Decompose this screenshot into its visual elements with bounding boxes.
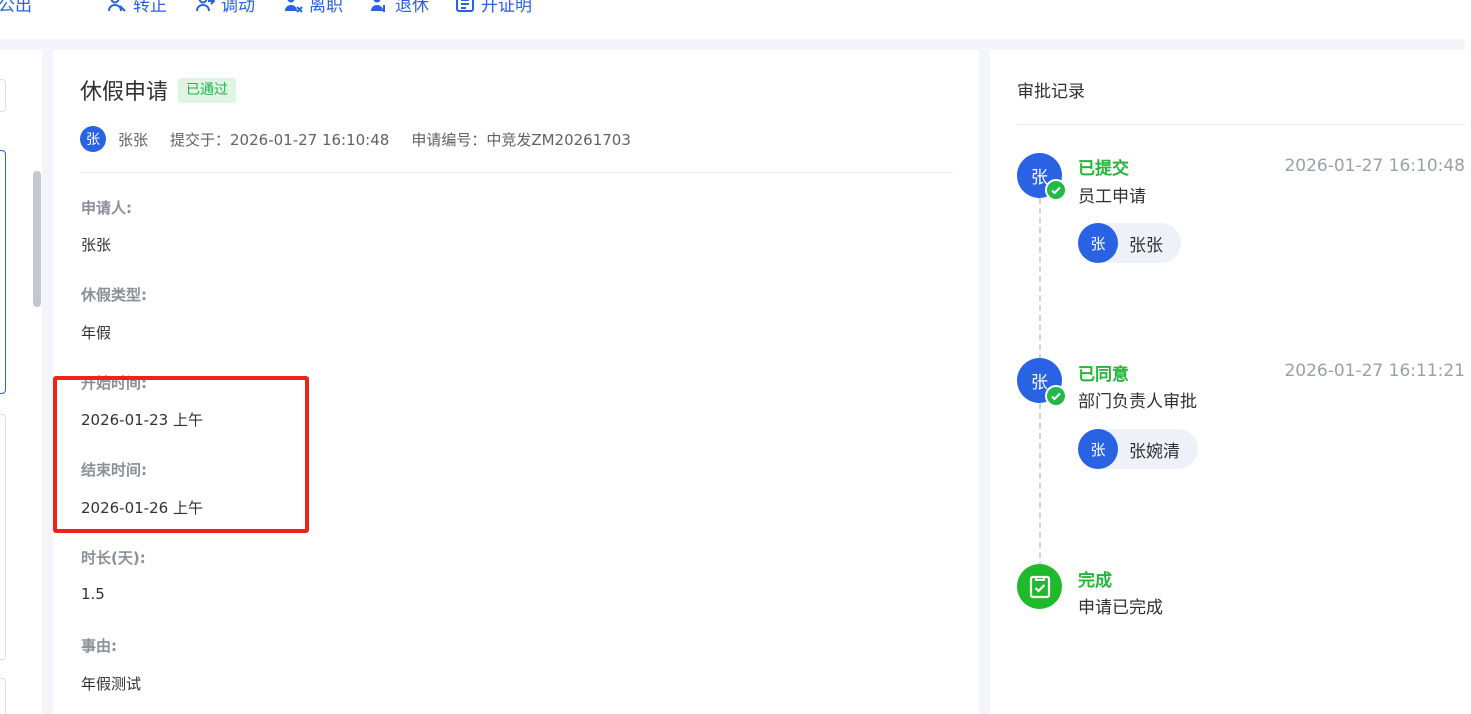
approval-title: 审批记录 bbox=[1017, 82, 1085, 102]
page-title: 休假申请 bbox=[80, 80, 169, 105]
person-name: 张张 bbox=[1129, 235, 1163, 256]
divider bbox=[80, 172, 953, 173]
toolbar-label: 开证明 bbox=[481, 0, 532, 16]
applicant-name: 张张 bbox=[118, 130, 149, 149]
step-time: 2026-01-27 16:10:48 bbox=[1284, 156, 1465, 176]
toolbar-label: 转正 bbox=[133, 0, 167, 16]
check-icon bbox=[1045, 179, 1067, 201]
application-number: 申请编号：中竞发ZM20261703 bbox=[411, 130, 631, 149]
field-value-duration: 1.5 bbox=[81, 585, 105, 603]
resign-button[interactable]: 离职 bbox=[283, 0, 343, 16]
scrollbar-thumb[interactable] bbox=[33, 171, 41, 307]
certificate-icon bbox=[456, 0, 474, 12]
timeline-connector bbox=[1039, 403, 1041, 568]
person-chip[interactable]: 张 张婉清 bbox=[1078, 429, 1198, 469]
avatar: 张 bbox=[1078, 223, 1118, 263]
field-label-reason: 事由: bbox=[81, 637, 117, 655]
certificate-button[interactable]: 开证明 bbox=[455, 0, 532, 16]
resign-icon bbox=[285, 0, 303, 13]
field-label-duration: 时长(天): bbox=[81, 549, 146, 567]
regularize-button[interactable]: 转正 bbox=[107, 0, 167, 16]
submitted-time: 提交于：2026-01-27 16:10:48 bbox=[170, 130, 390, 149]
transfer-icon bbox=[196, 0, 215, 12]
list-card[interactable] bbox=[0, 678, 6, 714]
avatar: 张 bbox=[80, 126, 106, 152]
field-value-leave-type: 年假 bbox=[81, 324, 112, 342]
timeline-connector bbox=[1039, 198, 1041, 360]
divider bbox=[1017, 124, 1465, 125]
search-box-edge[interactable] bbox=[0, 79, 6, 112]
step-status: 完成 bbox=[1078, 571, 1112, 591]
retire-icon bbox=[371, 0, 385, 12]
title-row: 休假申请 已通过 bbox=[80, 74, 237, 106]
avatar: 张 bbox=[1078, 429, 1118, 469]
list-card[interactable] bbox=[0, 414, 6, 660]
person-chip[interactable]: 张 张张 bbox=[1078, 223, 1181, 263]
toolbar-label: 公出 bbox=[0, 0, 32, 16]
left-list-panel bbox=[0, 50, 42, 714]
step-desc: 申请已完成 bbox=[1078, 598, 1163, 618]
outing-button[interactable]: 公出 bbox=[0, 0, 32, 16]
transfer-button[interactable]: 调动 bbox=[195, 0, 255, 16]
list-card-selected[interactable] bbox=[0, 150, 6, 394]
step-status: 已提交 bbox=[1078, 159, 1129, 179]
status-badge: 已通过 bbox=[178, 77, 237, 103]
retire-button[interactable]: 退休 bbox=[369, 0, 429, 16]
meta-row: 张 张张 提交于：2026-01-27 16:10:48 申请编号：中竞发ZM2… bbox=[80, 126, 631, 152]
regularize-icon bbox=[108, 0, 126, 12]
toolbar-label: 调动 bbox=[221, 0, 255, 16]
person-name: 张婉清 bbox=[1129, 441, 1180, 462]
approval-record-panel: 审批记录 张 已提交 2026-01-27 16:10:48 员工申请 张 张张… bbox=[990, 50, 1465, 714]
step-desc: 部门负责人审批 bbox=[1078, 392, 1197, 412]
step-status: 已同意 bbox=[1078, 365, 1129, 385]
top-toolbar: 公出 转正 调动 离职 退休 开证明 bbox=[0, 0, 1471, 39]
field-value-applicant: 张张 bbox=[81, 236, 112, 254]
highlight-annotation-box bbox=[53, 376, 309, 533]
completed-icon bbox=[1017, 564, 1062, 609]
right-edge bbox=[1465, 0, 1471, 714]
check-icon bbox=[1045, 385, 1067, 407]
field-label-leave-type: 休假类型: bbox=[81, 286, 147, 304]
step-desc: 员工申请 bbox=[1078, 187, 1146, 207]
toolbar-label: 退休 bbox=[395, 0, 429, 16]
field-label-applicant: 申请人: bbox=[81, 199, 132, 217]
step-time: 2026-01-27 16:11:21 bbox=[1284, 361, 1465, 381]
toolbar-label: 离职 bbox=[309, 0, 343, 16]
field-value-reason: 年假测试 bbox=[81, 675, 142, 693]
